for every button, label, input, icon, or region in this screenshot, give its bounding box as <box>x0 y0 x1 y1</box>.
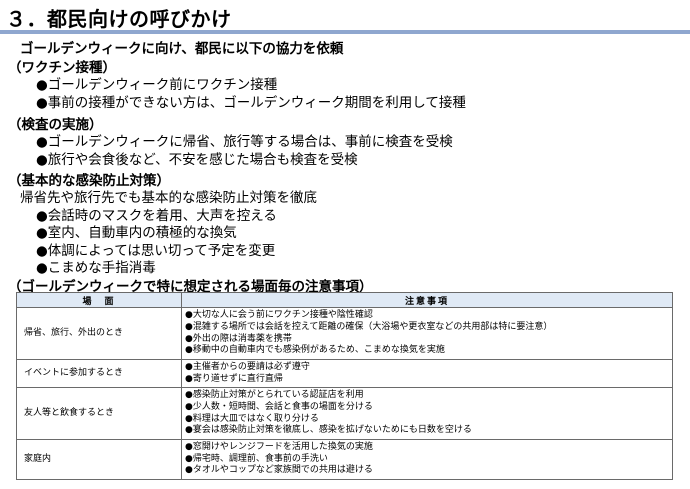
scene-cell: イベントに参加するとき <box>16 359 182 388</box>
prevention-item: ●室内、自動車内の積極的な換気 <box>36 225 237 241</box>
note-item: ●主催者からの要請は必ず遵守 <box>185 361 310 372</box>
notes-cell: ●窓開けやレンジフードを活用した換気の実施 ●帰宅時、調理前、食事前の手洗い ●… <box>181 439 673 480</box>
notes-cell: ●主催者からの要請は必ず遵守 ●寄り道せずに直行直帰 <box>181 359 673 388</box>
testing-item: ●旅行や会食後など、不安を感じた場合も検査を受検 <box>36 152 358 168</box>
note-item: ●外出の際は消毒薬を携帯 <box>185 333 292 344</box>
note-item: ●移動中の自動車内でも感染例があるため、こまめな換気を実施 <box>185 345 445 356</box>
vaccination-item: ●事前の接種ができない方は、ゴールデンウィーク期間を利用して接種 <box>36 95 466 111</box>
note-item: ●感染防止対策がとられている認証店を利用 <box>185 390 364 401</box>
note-item: ●帰宅時、調理前、食事前の手洗い <box>185 453 328 464</box>
page-title: ３．都民向けの呼びかけ <box>6 7 232 31</box>
page-subtitle: ゴールデンウィークに向け、都民に以下の協力を依頼 <box>20 41 344 57</box>
prevention-intro: 帰省先や旅行先でも基本的な感染防止対策を徹底 <box>20 190 317 206</box>
header-scene: 場 面 <box>16 292 182 308</box>
note-item: ●タオルやコップなど家族間での共用は避ける <box>185 465 373 476</box>
scene-cell: 帰省、旅行、外出のとき <box>16 307 182 360</box>
title-divider <box>0 30 690 34</box>
note-item: ●宴会は感染防止対策を徹底し、感染を拡げないためにも日数を空ける <box>185 425 472 436</box>
testing-item: ●ゴールデンウィークに帰省、旅行等する場合は、事前に検査を受検 <box>36 134 453 150</box>
note-item: ●寄り道せずに直行直帰 <box>185 373 283 384</box>
note-item: ●料理は大皿ではなく取り分ける <box>185 413 319 424</box>
scene-cell: 家庭内 <box>16 439 182 480</box>
table-row: イベントに参加するとき ●主催者からの要請は必ず遵守 ●寄り道せずに直行直帰 <box>16 359 673 388</box>
prevention-item: ●こまめな手指消毒 <box>36 260 156 276</box>
notes-cell: ●大切な人に会う前にワクチン接種や陰性確認 ●混雑する場所では会話を控えて距離の… <box>181 307 673 360</box>
note-item: ●混雑する場所では会話を控えて距離の確保（大浴場や更衣室などの共用部は特に要注意… <box>185 321 553 332</box>
precautions-table: 場 面 注意事項 帰省、旅行、外出のとき ●大切な人に会う前にワクチン接種や陰性… <box>16 292 673 480</box>
header-notes: 注意事項 <box>181 292 673 308</box>
table-row: 帰省、旅行、外出のとき ●大切な人に会う前にワクチン接種や陰性確認 ●混雑する場… <box>16 307 673 360</box>
note-item: ●少人数・短時間、会話と食事の場面を分ける <box>185 401 373 412</box>
scene-cell: 友人等と飲食するとき <box>16 387 182 440</box>
notes-cell: ●感染防止対策がとられている認証店を利用 ●少人数・短時間、会話と食事の場面を分… <box>181 387 673 440</box>
note-item: ●窓開けやレンジフードを活用した換気の実施 <box>185 442 373 453</box>
vaccination-item: ●ゴールデンウィーク前にワクチン接種 <box>36 77 278 93</box>
table-header-row: 場 面 注意事項 <box>16 292 673 308</box>
note-item: ●大切な人に会う前にワクチン接種や陰性確認 <box>185 310 373 321</box>
table-row: 友人等と飲食するとき ●感染防止対策がとられている認証店を利用 ●少人数・短時間… <box>16 387 673 440</box>
table-row: 家庭内 ●窓開けやレンジフードを活用した換気の実施 ●帰宅時、調理前、食事前の手… <box>16 439 673 480</box>
